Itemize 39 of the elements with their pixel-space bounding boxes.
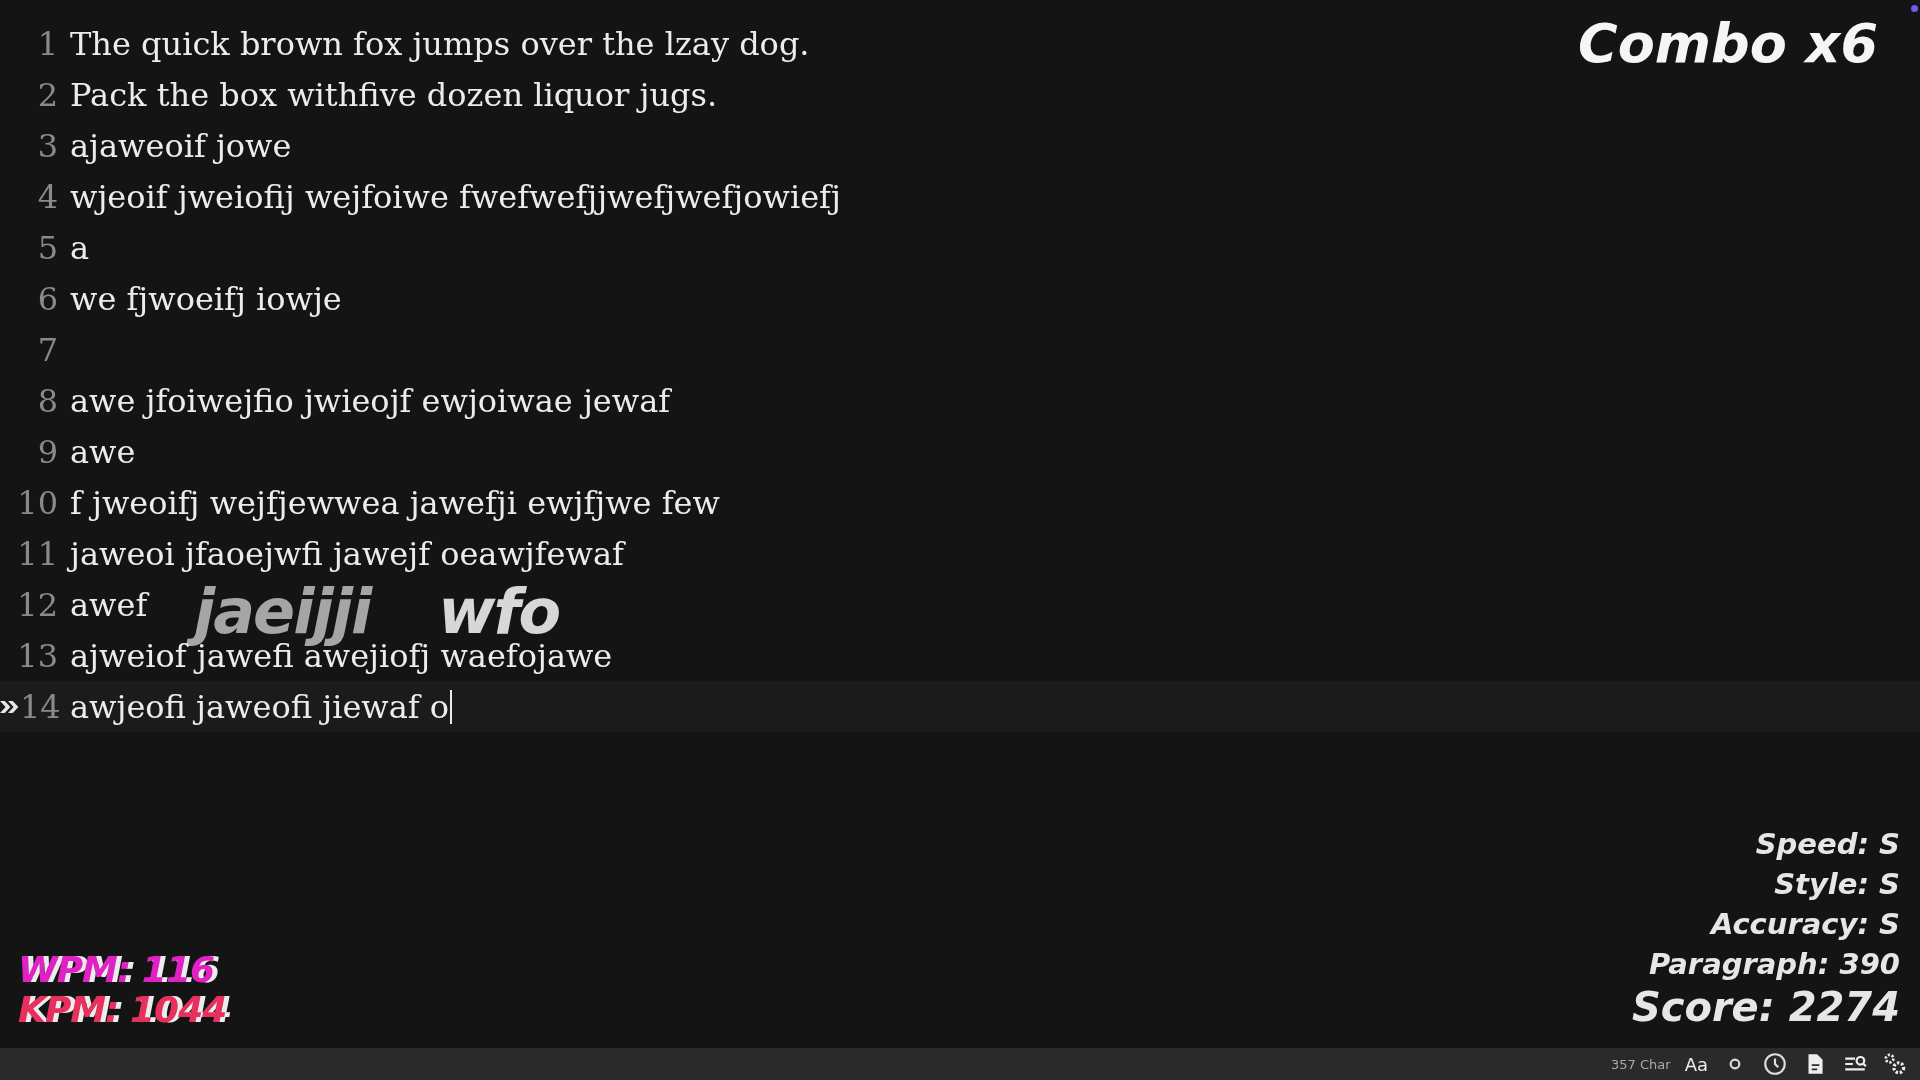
line-number: 8 (37, 381, 58, 420)
rank-stat: Speed: S (1755, 826, 1900, 863)
line-text: awe jfoiwejfio jwieojf ewjoiwae jewaf (70, 381, 671, 420)
line-number: 7 (37, 330, 58, 369)
line-number: 13 (17, 636, 58, 675)
rank-stat: Paragraph: 390 (1648, 946, 1900, 983)
line-number: 6 (37, 279, 58, 318)
line-text: a (70, 228, 90, 267)
line-text: Pack the box withfive dozen liquor jugs. (70, 75, 718, 114)
speed-stat: KPM: 1044 (18, 990, 227, 1030)
line-number: 10 (17, 483, 58, 522)
line-number: 9 (37, 432, 58, 471)
text-cursor (450, 689, 453, 724)
status-dot (1911, 5, 1918, 12)
line-number: 1 (37, 24, 58, 63)
line-text: awe (70, 432, 136, 471)
line-number: 4 (37, 177, 58, 216)
line-number: 5 (37, 228, 58, 267)
line-text: f jweoifj wejfjewwea jawefji ewjfjwe few (70, 483, 720, 522)
line-text: we fjwoeifj iowje (70, 279, 342, 318)
line-number: 14 (20, 687, 61, 726)
line-number: 3 (37, 126, 58, 165)
rank-stat: Accuracy: S (1710, 906, 1900, 943)
speed-stat: WPM: 116 (18, 950, 215, 990)
line-number: 12 (17, 585, 58, 624)
line-text: ajaweoif jowe (70, 126, 292, 165)
rank-stat: Style: S (1774, 866, 1900, 903)
score-stat: Score: 2274 (1631, 984, 1900, 1030)
line-text: wjeoif jweiofij wejfoiwe fwefwefjjwefjwefjowiefj (70, 177, 841, 216)
settings-icon[interactable] (1882, 1051, 1908, 1077)
line-text: awef (70, 585, 148, 624)
clock-icon[interactable] (1762, 1051, 1788, 1077)
char-count: 357 Char (1611, 1056, 1671, 1072)
font-button[interactable]: Aa (1684, 1053, 1708, 1075)
line-text: awjeofi jaweofi jiewaf o (70, 687, 450, 726)
line-number: 11 (17, 534, 58, 573)
combo-counter: Combo x6 (1578, 12, 1878, 75)
line-text: The quick brown fox jumps over the lzay dog. (70, 24, 810, 63)
line-number: 2 (37, 75, 58, 114)
